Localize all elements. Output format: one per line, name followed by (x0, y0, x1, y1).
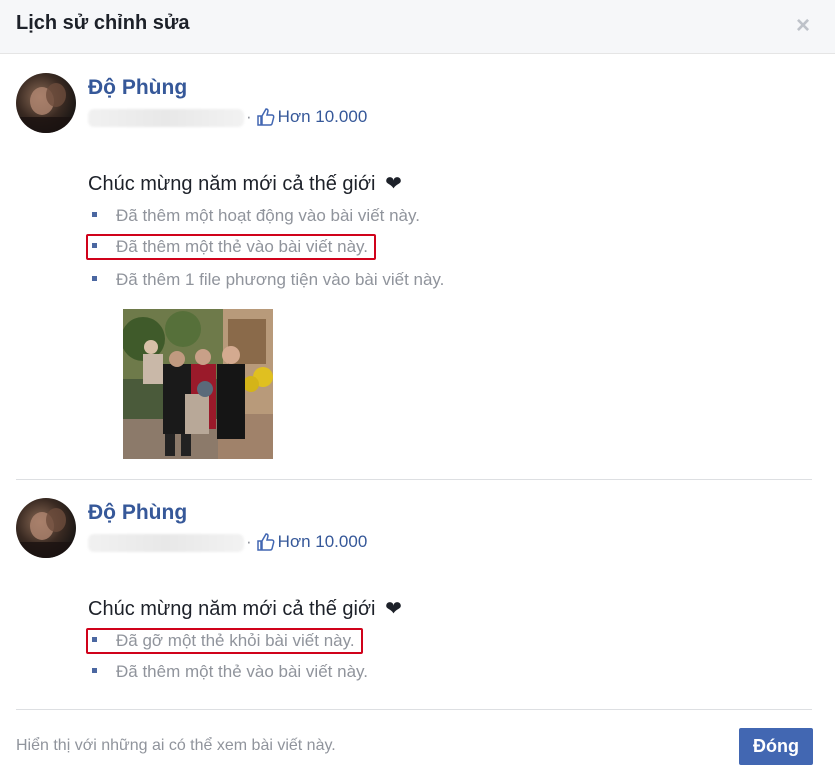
post-text-content: Chúc mừng năm mới cả thế giới (88, 173, 376, 195)
change-item: Đã thêm một hoạt động vào bài viết này. (88, 203, 420, 229)
likes-count[interactable]: Hơn 10.000 (278, 532, 368, 552)
media-thumbnail[interactable] (123, 309, 273, 459)
bullet-icon (92, 668, 97, 674)
avatar[interactable] (16, 73, 76, 133)
timestamp-blurred (88, 109, 244, 127)
heart-icon: ❤ (385, 173, 402, 195)
close-icon[interactable]: × (793, 14, 813, 38)
like-icon (256, 532, 276, 552)
dialog-footer: Hiển thị với những ai có thể xem bài viế… (0, 710, 835, 775)
bullet-icon (92, 212, 97, 218)
post-text: Chúc mừng năm mới cả thế giới ❤ (88, 596, 402, 621)
change-text: Đã thêm một thẻ vào bài viết này. (116, 237, 368, 256)
post-text-content: Chúc mừng năm mới cả thế giới (88, 598, 376, 620)
author-name[interactable]: Độ Phùng (88, 501, 187, 525)
likes-count[interactable]: Hơn 10.000 (278, 107, 368, 127)
separator: · (246, 532, 252, 551)
heart-icon: ❤ (385, 598, 402, 620)
change-text: Đã thêm một thẻ vào bài viết này. (116, 662, 368, 681)
avatar[interactable] (16, 498, 76, 558)
timestamp-blurred (88, 534, 244, 552)
divider (16, 479, 812, 480)
post-text: Chúc mừng năm mới cả thế giới ❤ (88, 171, 402, 196)
entry-meta: · Hơn 10.000 (246, 530, 367, 554)
author-name[interactable]: Độ Phùng (88, 76, 187, 100)
scrollbar[interactable] (827, 54, 835, 704)
edit-history-dialog: Lịch sử chỉnh sửa × Độ Phùng · Hơn 10.00… (0, 0, 835, 775)
change-text: Đã thêm 1 file phương tiện vào bài viết … (116, 270, 445, 289)
change-item-highlighted: Đã thêm một thẻ vào bài viết này. (86, 234, 376, 260)
separator: · (246, 107, 252, 126)
change-text: Đã gỡ một thẻ khỏi bài viết này. (116, 631, 355, 650)
close-button[interactable]: Đóng (739, 728, 813, 765)
change-text: Đã thêm một hoạt động vào bài viết này. (116, 206, 420, 225)
dialog-header: Lịch sử chỉnh sửa × (0, 0, 835, 54)
entry-meta: · Hơn 10.000 (246, 105, 367, 129)
like-icon (256, 107, 276, 127)
change-item: Đã thêm 1 file phương tiện vào bài viết … (88, 267, 444, 293)
dialog-title: Lịch sử chỉnh sửa (16, 12, 190, 34)
change-item: Đã thêm một thẻ vào bài viết này. (88, 659, 368, 685)
history-list: Độ Phùng · Hơn 10.000 Chúc mừng năm mới … (0, 54, 827, 709)
bullet-icon (92, 243, 97, 249)
bullet-icon (92, 637, 97, 643)
bullet-icon (92, 276, 97, 282)
change-item-highlighted: Đã gỡ một thẻ khỏi bài viết này. (86, 628, 363, 654)
visibility-text: Hiển thị với những ai có thể xem bài viế… (16, 737, 336, 754)
